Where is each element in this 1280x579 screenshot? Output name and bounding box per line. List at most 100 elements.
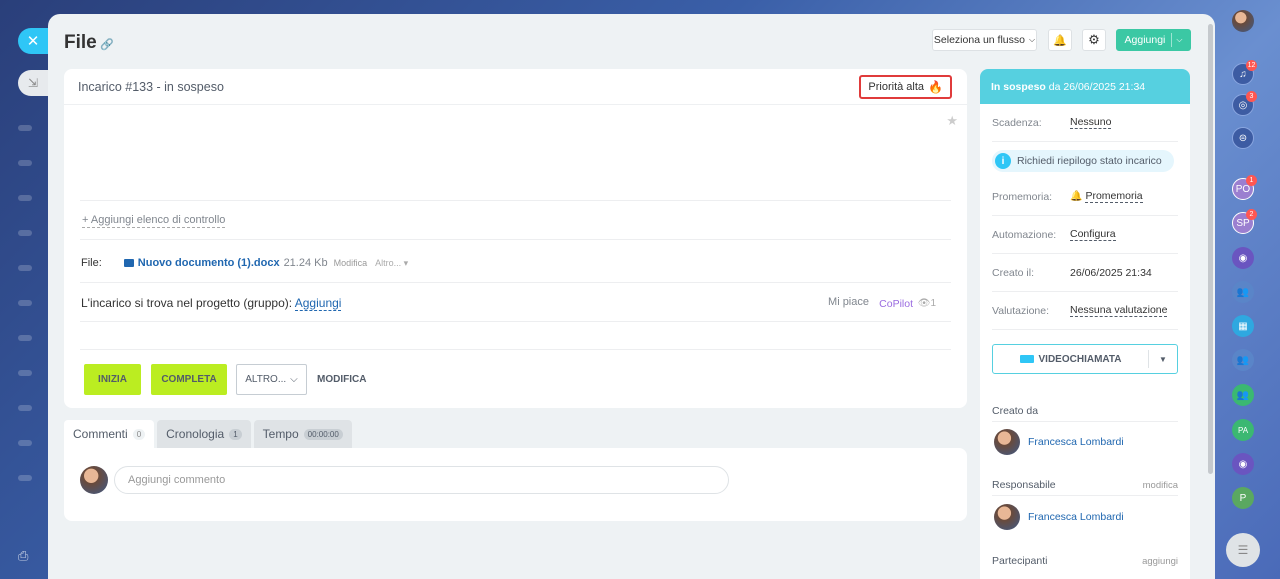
avatar: [80, 466, 108, 494]
right-rail: ♫ 12 ◎ 3 ⊜ PO 1 SP 2 ◉ 👥 ▦ 👥 👥 PA ◉ P ☰: [1222, 0, 1280, 579]
divider: [992, 421, 1178, 422]
status-label: In sospeso: [991, 81, 1046, 93]
file-edit-link[interactable]: Modifica: [334, 258, 368, 268]
video-call-button[interactable]: VIDEOCHIAMATA ▼: [992, 344, 1178, 374]
task-tabs: Commenti 0 Cronologia 1 Tempo 00:00:00: [64, 420, 352, 448]
like-button[interactable]: Mi piace: [828, 296, 869, 308]
user-chat-sp[interactable]: SP 2: [1232, 209, 1257, 234]
add-checklist-link[interactable]: + Aggiungi elenco di controllo: [82, 214, 226, 228]
status-header: In sospeso da 26/06/2025 21:34: [980, 69, 1190, 104]
rail-item[interactable]: [18, 370, 32, 376]
flow-select[interactable]: Seleziona un flusso ⌵: [932, 29, 1037, 51]
user-chat-p[interactable]: P: [1232, 487, 1254, 509]
chevron-down-icon: ⌵: [1176, 35, 1183, 44]
rail-item[interactable]: [18, 300, 32, 306]
reminder-value[interactable]: Promemoria: [1085, 190, 1143, 203]
tab-badge: 1: [229, 428, 242, 440]
rating-value[interactable]: Nessuna valutazione: [1070, 304, 1168, 317]
user-avatar[interactable]: [1232, 10, 1254, 32]
created-value: 26/06/2025 21:34: [1070, 266, 1152, 279]
responsible-edit-link[interactable]: modifica: [1143, 480, 1178, 491]
group-chat-icon[interactable]: 👥: [1232, 281, 1254, 303]
rail-item[interactable]: [18, 405, 32, 411]
file-more-link[interactable]: Altro... ▾: [375, 258, 408, 269]
chevron-down-icon: ⌵: [1028, 35, 1036, 44]
group-chat-icon[interactable]: ◉: [1232, 247, 1254, 269]
add-button-label: Aggiungi: [1124, 34, 1166, 46]
minimize-slider-button[interactable]: ⇲: [18, 70, 48, 96]
rail-item[interactable]: [18, 335, 32, 341]
divider: [80, 239, 951, 240]
close-slider-button[interactable]: ✕: [18, 28, 48, 54]
star-icon[interactable]: ★: [946, 113, 958, 129]
start-button[interactable]: INIZIA: [84, 364, 141, 395]
copy-link-icon[interactable]: 🔗: [100, 38, 114, 51]
rating-row: Valutazione: Nessuna valutazione: [992, 292, 1178, 330]
chat-search-icon[interactable]: ⊜: [1232, 127, 1254, 149]
views-count: 1: [930, 298, 936, 309]
status-summary-button[interactable]: i Richiedi riepilogo stato incarico: [992, 150, 1174, 172]
divider: [992, 495, 1178, 496]
avatar: [994, 504, 1020, 530]
avatar: [994, 429, 1020, 455]
tab-label: Cronologia: [166, 427, 225, 441]
menu-icon[interactable]: ☰: [1226, 533, 1260, 567]
bell-icon: 🔔: [1070, 191, 1083, 202]
add-button[interactable]: Aggiungi ⌵: [1116, 29, 1191, 51]
copilot-button[interactable]: CoPilot: [879, 298, 913, 310]
chat-icon[interactable]: ▦: [1232, 315, 1254, 337]
file-label: File:: [81, 257, 102, 269]
rail-item[interactable]: [18, 475, 32, 481]
rail-item[interactable]: [18, 265, 32, 271]
rail-item[interactable]: [18, 125, 32, 131]
responsible-person[interactable]: Francesca Lombardi: [994, 504, 1124, 530]
add-project-link[interactable]: Aggiungi: [294, 296, 342, 311]
more-actions-label: ALTRO...: [245, 374, 287, 385]
reminder-row: Promemoria: 🔔 Promemoria: [992, 178, 1178, 216]
minimize-icon: ⇲: [27, 76, 39, 90]
scrollbar[interactable]: [1208, 24, 1213, 474]
edit-button[interactable]: MODIFICA: [317, 374, 366, 385]
more-actions-button[interactable]: ALTRO... ⌵: [236, 364, 307, 395]
deadline-value[interactable]: Nessuno: [1070, 116, 1112, 129]
left-rail: ✕ ⇲ ⎙: [0, 0, 48, 579]
follow-button[interactable]: 🔔: [1048, 29, 1072, 51]
priority-toggle[interactable]: Priorità alta 🔥: [859, 75, 952, 99]
tab-badge: 00:00:00: [303, 428, 343, 440]
creator-name[interactable]: Francesca Lombardi: [1028, 436, 1124, 448]
group-chat-icon[interactable]: 👥: [1232, 349, 1254, 371]
file-size: 21.24 Kb: [283, 257, 328, 269]
user-chat-pa[interactable]: PA: [1232, 419, 1254, 441]
comment-input[interactable]: Aggiungi commento: [114, 466, 729, 494]
comment-card: Aggiungi commento: [64, 448, 967, 521]
rail-item[interactable]: [18, 195, 32, 201]
rail-item[interactable]: [18, 440, 32, 446]
deadline-row: Scadenza: Nessuno: [992, 104, 1178, 142]
print-icon[interactable]: ⎙: [18, 548, 32, 563]
divider: [80, 282, 951, 283]
responsible-name[interactable]: Francesca Lombardi: [1028, 511, 1124, 523]
created-by-heading: Creato da: [992, 405, 1039, 417]
group-chat-icon[interactable]: ◉: [1232, 453, 1254, 475]
activity-icon[interactable]: ◎ 3: [1232, 91, 1257, 116]
chevron-down-icon[interactable]: ▼: [1149, 355, 1177, 364]
settings-button[interactable]: ⚙: [1082, 29, 1106, 51]
user-chat-po[interactable]: PO 1: [1232, 175, 1257, 200]
file-link[interactable]: Nuovo documento (1).docx: [138, 257, 280, 269]
tab-time[interactable]: Tempo 00:00:00: [253, 420, 352, 448]
notifications-icon[interactable]: ♫ 12: [1232, 60, 1257, 85]
automation-value[interactable]: Configura: [1070, 228, 1116, 241]
status-summary-label: Richiedi riepilogo stato incarico: [1017, 155, 1162, 167]
tab-history[interactable]: Cronologia 1: [157, 420, 251, 448]
task-sidebar: In sospeso da 26/06/2025 21:34 Scadenza:…: [980, 69, 1190, 579]
rail-item[interactable]: [18, 230, 32, 236]
complete-button[interactable]: COMPLETA: [151, 364, 227, 395]
rail-item[interactable]: [18, 160, 32, 166]
creator-person[interactable]: Francesca Lombardi: [994, 429, 1124, 455]
eye-icon: 👁: [917, 298, 931, 309]
close-icon: ✕: [26, 33, 40, 50]
participants-add-link[interactable]: aggiungi: [1142, 556, 1178, 567]
tab-comments[interactable]: Commenti 0: [64, 420, 155, 448]
video-call-main[interactable]: VIDEOCHIAMATA: [993, 354, 1148, 365]
group-chat-icon[interactable]: 👥: [1232, 384, 1254, 406]
